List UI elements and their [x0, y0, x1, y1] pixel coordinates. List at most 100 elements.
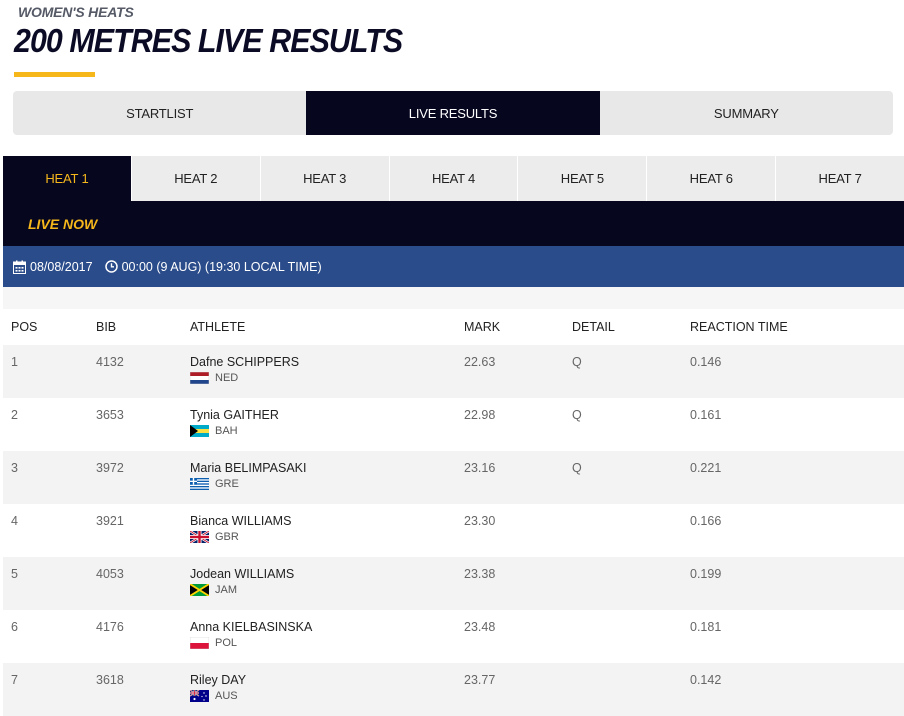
event-date: 08/08/2017 — [13, 260, 93, 274]
country-code: POL — [215, 637, 238, 649]
athlete-name-link[interactable]: Bianca WILLIAMS — [190, 514, 456, 528]
cell-mark: 23.16 — [464, 461, 496, 475]
flag-icon — [190, 584, 215, 596]
event-time: 00:00 (9 AUG) (19:30 LOCAL TIME) — [104, 259, 322, 274]
event-info-bar: 08/08/2017 00:00 (9 AUG) (19:30 LOCAL TI… — [3, 246, 904, 287]
live-now-label: LIVE NOW — [28, 215, 98, 232]
athlete-name-link[interactable]: Maria BELIMPASAKI — [190, 461, 456, 475]
cell-athlete: Jodean WILLIAMS JAM — [182, 557, 456, 610]
athlete-country: JAM — [190, 584, 456, 596]
table-row: 1 4132 Dafne SCHIPPERS NED 22.63 Q 0.146 — [3, 345, 904, 398]
cell-mark: 23.30 — [464, 514, 496, 528]
athlete-country: GBR — [190, 531, 456, 543]
tab-summary[interactable]: SUMMARY — [600, 91, 893, 135]
column-header-bib: BIB — [96, 320, 117, 334]
flag-icon — [190, 531, 215, 543]
title-underline — [14, 72, 95, 77]
spacer — [3, 287, 904, 309]
column-header-mark: MARK — [464, 320, 501, 334]
cell-reaction-time: 0.221 — [690, 461, 722, 475]
tab-heat-5[interactable]: HEAT 5 — [518, 156, 648, 201]
cell-detail — [564, 663, 682, 716]
event-time-text: 00:00 (9 AUG) (19:30 LOCAL TIME) — [121, 259, 322, 274]
tab-heat-7[interactable]: HEAT 7 — [776, 156, 904, 201]
country-code: AUS — [215, 690, 238, 702]
athlete-name-link[interactable]: Jodean WILLIAMS — [190, 567, 456, 581]
cell-pos: 5 — [11, 567, 18, 581]
country-code: GRE — [215, 478, 239, 490]
country-code: JAM — [215, 584, 237, 596]
cell-bib: 4053 — [96, 567, 124, 581]
tab-heat-6[interactable]: HEAT 6 — [647, 156, 777, 201]
cell-detail: Q — [572, 461, 582, 475]
cell-detail — [564, 557, 682, 610]
event-date-text: 08/08/2017 — [30, 259, 93, 274]
athlete-name-link[interactable]: Riley DAY — [190, 673, 456, 687]
cell-mark: 22.98 — [464, 408, 496, 422]
athlete-name-link[interactable]: Tynia GAITHER — [190, 408, 456, 422]
cell-bib: 3653 — [96, 408, 124, 422]
cell-athlete: Maria BELIMPASAKI GRE — [182, 451, 456, 504]
cell-reaction-time: 0.142 — [690, 673, 722, 687]
flag-icon — [190, 478, 215, 490]
table-row: 7 3618 Riley DAY AUS 23.77 0.142 — [3, 663, 904, 716]
cell-detail: Q — [572, 408, 582, 422]
calendar-icon — [13, 260, 26, 274]
table-header-row: POS BIB ATHLETE MARK DETAIL REACTION TIM… — [3, 309, 904, 345]
cell-bib: 3921 — [96, 514, 124, 528]
cell-reaction-time: 0.199 — [690, 567, 722, 581]
tab-heat-3[interactable]: HEAT 3 — [261, 156, 390, 201]
table-row: 4 3921 Bianca WILLIAMS GBR 23.30 0.166 — [3, 504, 904, 557]
column-header-athlete: ATHLETE — [190, 320, 246, 334]
cell-athlete: Riley DAY AUS — [182, 663, 456, 716]
cell-pos: 4 — [11, 514, 18, 528]
cell-athlete: Tynia GAITHER BAH — [182, 398, 456, 451]
flag-icon — [190, 690, 215, 702]
athlete-country: NED — [190, 372, 456, 384]
heat-tabs: HEAT 1 HEAT 2 HEAT 3 HEAT 4 HEAT 5 HEAT … — [3, 156, 904, 201]
country-code: BAH — [215, 425, 238, 437]
event-subtitle: WOMEN'S HEATS — [18, 4, 134, 20]
cell-bib: 3618 — [96, 673, 124, 687]
cell-bib: 4132 — [96, 355, 124, 369]
country-code: NED — [215, 372, 239, 384]
cell-pos: 3 — [11, 461, 18, 475]
view-tabs: STARTLIST LIVE RESULTS SUMMARY — [13, 91, 893, 135]
flag-icon — [190, 637, 215, 649]
table-row: 2 3653 Tynia GAITHER BAH 22.98 Q 0.161 — [3, 398, 904, 451]
cell-detail: Q — [572, 355, 582, 369]
athlete-country: GRE — [190, 478, 456, 490]
athlete-name-link[interactable]: Dafne SCHIPPERS — [190, 355, 456, 369]
cell-pos: 6 — [11, 620, 18, 634]
flag-icon — [190, 425, 215, 437]
cell-athlete: Dafne SCHIPPERS NED — [182, 345, 456, 398]
cell-pos: 7 — [11, 673, 18, 687]
table-row: 6 4176 Anna KIELBASINSKA POL 23.48 0.181 — [3, 610, 904, 663]
clock-icon — [104, 260, 118, 273]
cell-bib: 3972 — [96, 461, 124, 475]
cell-detail — [564, 610, 682, 663]
tab-startlist[interactable]: STARTLIST — [13, 91, 306, 135]
results-table: POS BIB ATHLETE MARK DETAIL REACTION TIM… — [3, 309, 904, 716]
cell-mark: 23.48 — [464, 620, 496, 634]
tab-heat-4[interactable]: HEAT 4 — [390, 156, 519, 201]
cell-detail — [564, 504, 682, 557]
tab-heat-2[interactable]: HEAT 2 — [132, 156, 261, 201]
cell-reaction-time: 0.146 — [690, 355, 722, 369]
flag-icon — [190, 372, 215, 384]
cell-reaction-time: 0.181 — [690, 620, 722, 634]
cell-athlete: Anna KIELBASINSKA POL — [182, 610, 456, 663]
table-row: 5 4053 Jodean WILLIAMS JAM 23.38 0.199 — [3, 557, 904, 610]
cell-mark: 22.63 — [464, 355, 496, 369]
athlete-name-link[interactable]: Anna KIELBASINSKA — [190, 620, 456, 634]
tab-heat-1[interactable]: HEAT 1 — [3, 156, 132, 201]
live-status-bar: LIVE NOW — [3, 201, 904, 246]
tab-live-results[interactable]: LIVE RESULTS — [306, 91, 600, 135]
athlete-country: BAH — [190, 425, 456, 437]
cell-pos: 1 — [11, 355, 18, 369]
cell-reaction-time: 0.161 — [690, 408, 722, 422]
athlete-country: AUS — [190, 690, 456, 702]
table-row: 3 3972 Maria BELIMPASAKI GRE 23.16 Q 0.221 — [3, 451, 904, 504]
cell-mark: 23.77 — [464, 673, 496, 687]
cell-pos: 2 — [11, 408, 18, 422]
